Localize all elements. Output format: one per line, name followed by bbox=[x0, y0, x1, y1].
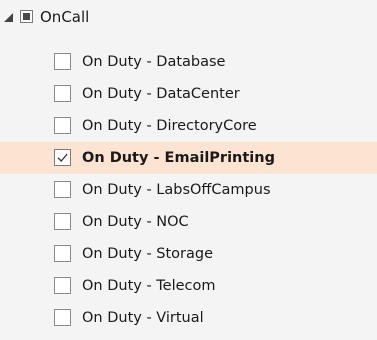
checkbox-labsoffcampus[interactable] bbox=[54, 181, 71, 198]
list-item-telecom[interactable]: On Duty - Telecom bbox=[0, 270, 377, 302]
checkbox-emailprinting[interactable] bbox=[54, 149, 71, 166]
checkbox-storage[interactable] bbox=[54, 245, 71, 262]
group-label: OnCall bbox=[40, 8, 90, 26]
list-item-virtual[interactable]: On Duty - Virtual bbox=[0, 302, 377, 334]
checkbox-directorycore[interactable] bbox=[54, 117, 71, 134]
list-item-storage[interactable]: On Duty - Storage bbox=[0, 238, 377, 270]
item-label: On Duty - NOC bbox=[82, 214, 189, 230]
group-partial-checkbox[interactable] bbox=[20, 10, 33, 23]
oncall-filter-panel: OnCall On Duty - Database On Duty - Data… bbox=[0, 0, 377, 340]
checkbox-noc[interactable] bbox=[54, 213, 71, 230]
list-item-database[interactable]: On Duty - Database bbox=[0, 46, 377, 78]
group-oncall: OnCall bbox=[0, 5, 377, 29]
oncall-items-list: On Duty - Database On Duty - DataCenter … bbox=[0, 46, 377, 334]
item-label: On Duty - EmailPrinting bbox=[82, 150, 275, 166]
list-item-datacenter[interactable]: On Duty - DataCenter bbox=[0, 78, 377, 110]
checkbox-datacenter[interactable] bbox=[54, 85, 71, 102]
item-label: On Duty - DataCenter bbox=[82, 86, 240, 102]
list-item-noc[interactable]: On Duty - NOC bbox=[0, 206, 377, 238]
partial-checkbox-icon bbox=[23, 13, 30, 20]
list-item-labsoffcampus[interactable]: On Duty - LabsOffCampus bbox=[0, 174, 377, 206]
item-label: On Duty - Virtual bbox=[82, 310, 204, 326]
item-label: On Duty - DirectoryCore bbox=[82, 118, 257, 134]
item-label: On Duty - Database bbox=[82, 54, 226, 70]
item-label: On Duty - Telecom bbox=[82, 278, 216, 294]
item-label: On Duty - Storage bbox=[82, 246, 214, 262]
checkbox-database[interactable] bbox=[54, 53, 71, 70]
checkbox-telecom[interactable] bbox=[54, 277, 71, 294]
checkmark-icon bbox=[57, 153, 68, 162]
list-item-directorycore[interactable]: On Duty - DirectoryCore bbox=[0, 110, 377, 142]
expanded-triangle-icon[interactable] bbox=[4, 13, 13, 22]
item-label: On Duty - LabsOffCampus bbox=[82, 182, 271, 198]
checkbox-virtual[interactable] bbox=[54, 309, 71, 326]
list-item-emailprinting[interactable]: On Duty - EmailPrinting bbox=[0, 142, 377, 174]
